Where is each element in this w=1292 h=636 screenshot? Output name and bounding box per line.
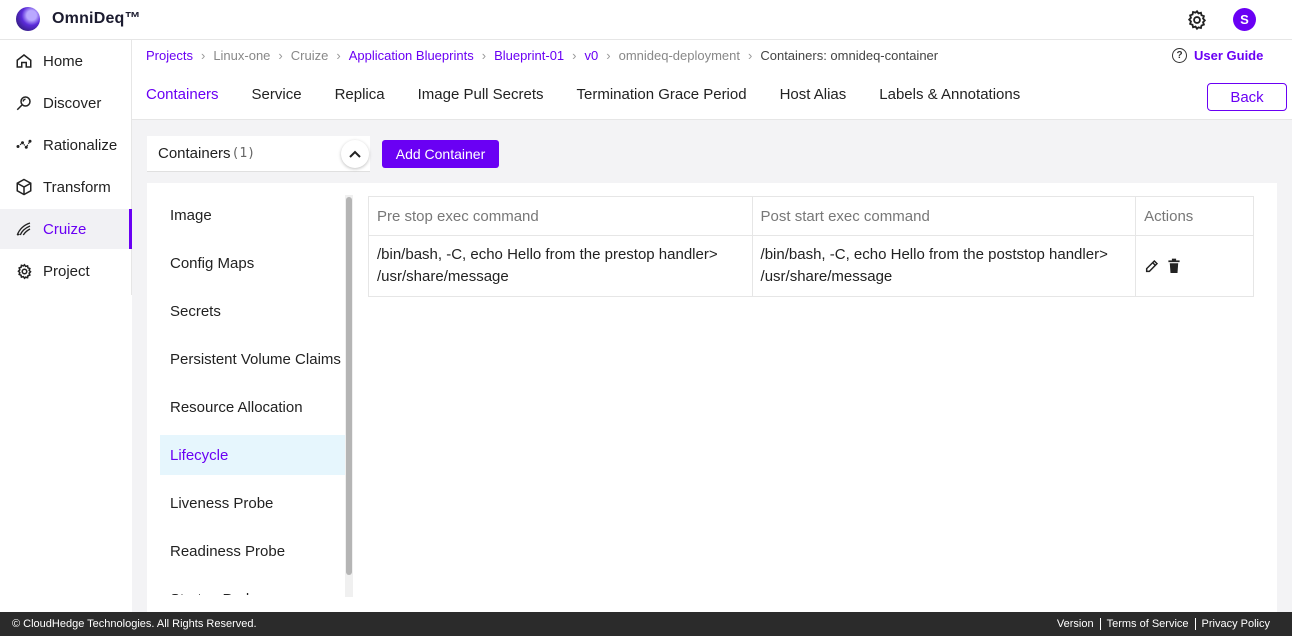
user-avatar[interactable]: S: [1233, 8, 1256, 31]
breadcrumb-linux-one: Linux-one: [213, 48, 271, 63]
scrollbar-thumb[interactable]: [346, 197, 352, 575]
sidebar-item-discover[interactable]: Discover: [0, 83, 132, 123]
chevron-right-icon: ›: [278, 48, 283, 63]
containers-label: Containers: [158, 145, 231, 162]
menu-item-liveness-probe[interactable]: Liveness Probe: [160, 483, 346, 523]
cruize-icon: [14, 219, 34, 239]
column-header-actions: Actions: [1135, 196, 1254, 236]
column-header-post-start: Post start exec command: [751, 196, 1137, 236]
sidebar-item-label: Project: [43, 262, 90, 280]
tab-replica[interactable]: Replica: [335, 86, 385, 103]
footer-links: Version Terms of Service Privacy Policy: [1051, 612, 1276, 636]
post-start-cell: /bin/bash, -C, echo Hello from the posts…: [751, 235, 1137, 297]
top-bar: OmniDeq™ S: [0, 0, 1292, 40]
chevron-right-icon: ›: [481, 48, 487, 63]
pre-stop-command-line: /bin/bash, -C, echo Hello from the prest…: [377, 246, 718, 263]
breadcrumb-application-blueprints[interactable]: Application Blueprints: [349, 48, 474, 63]
chevron-right-icon: ›: [572, 48, 577, 63]
logo-icon: [16, 7, 40, 31]
tab-image-pull-secrets[interactable]: Image Pull Secrets: [418, 86, 544, 103]
menu-item-startup-probe[interactable]: Startup Probe: [160, 579, 346, 596]
menu-item-secrets[interactable]: Secrets: [160, 291, 346, 331]
brand-logo[interactable]: OmniDeq™: [16, 7, 141, 31]
container-details-panel: Image Config Maps Secrets Persistent Vol…: [147, 183, 1277, 612]
post-start-command-line: /bin/bash, -C, echo Hello from the posts…: [760, 246, 1108, 263]
menu-item-pvc[interactable]: Persistent Volume Claims: [160, 339, 346, 379]
breadcrumb-version[interactable]: v0: [585, 48, 599, 63]
main-content: Projects › Linux-one › Cruize › Applicat…: [132, 40, 1292, 612]
column-header-pre-stop: Pre stop exec command: [368, 196, 753, 236]
sidebar-item-label: Home: [43, 52, 84, 70]
chevron-right-icon: ›: [606, 48, 611, 63]
breadcrumb: Projects › Linux-one › Cruize › Applicat…: [146, 48, 938, 63]
add-container-button[interactable]: Add Container: [382, 140, 499, 168]
tab-bar: Containers Service Replica Image Pull Se…: [146, 86, 1053, 103]
chevron-up-icon: [349, 150, 361, 158]
sidebar-item-label: Cruize: [43, 220, 87, 238]
page-header: Projects › Linux-one › Cruize › Applicat…: [132, 40, 1292, 120]
tab-labels-annotations[interactable]: Labels & Annotations: [879, 86, 1020, 103]
user-guide-link[interactable]: ? User Guide: [1172, 48, 1263, 63]
breadcrumb-blueprint[interactable]: Blueprint-01: [494, 48, 564, 63]
actions-cell: [1135, 235, 1254, 297]
pre-stop-cell: /bin/bash, -C, echo Hello from the prest…: [368, 235, 753, 297]
home-icon: [14, 51, 34, 71]
sidebar-item-transform[interactable]: Transform: [0, 167, 132, 207]
help-icon: ?: [1172, 48, 1187, 63]
breadcrumb-cruize: Cruize: [290, 48, 329, 63]
collapse-button[interactable]: [341, 140, 369, 168]
chevron-right-icon: ›: [748, 48, 753, 63]
sidebar-item-rationalize[interactable]: Rationalize: [0, 125, 132, 165]
footer-link-privacy[interactable]: Privacy Policy: [1194, 618, 1276, 630]
menu-item-resource-allocation[interactable]: Resource Allocation: [160, 387, 346, 427]
post-start-command-line: /usr/share/message: [760, 268, 893, 285]
sidebar: Home Discover Rationalize Transform Crui…: [0, 40, 132, 612]
footer-link-version[interactable]: Version: [1051, 618, 1100, 630]
settings-gear-icon[interactable]: [1186, 9, 1208, 31]
pre-stop-command-line: /usr/share/message: [377, 268, 509, 285]
delete-trash-icon[interactable]: [1167, 258, 1181, 274]
chevron-right-icon: ›: [200, 48, 206, 63]
lifecycle-table: Pre stop exec command Post start exec co…: [368, 196, 1254, 297]
menu-item-lifecycle[interactable]: Lifecycle: [160, 435, 346, 475]
copyright-text: © CloudHedge Technologies. All Rights Re…: [12, 618, 257, 630]
breadcrumb-projects[interactable]: Projects: [146, 48, 193, 63]
tab-termination-grace-period[interactable]: Termination Grace Period: [577, 86, 747, 103]
tab-host-alias[interactable]: Host Alias: [780, 86, 847, 103]
chevron-right-icon: ›: [336, 48, 341, 63]
rationalize-icon: [14, 135, 34, 155]
containers-count: (1): [231, 146, 256, 161]
sidebar-item-label: Rationalize: [43, 136, 118, 154]
user-guide-label: User Guide: [1194, 48, 1264, 63]
menu-item-readiness-probe[interactable]: Readiness Probe: [160, 531, 346, 571]
sidebar-item-label: Discover: [43, 94, 102, 112]
cube-icon: [14, 177, 34, 197]
sidebar-nav: Home Discover Rationalize Transform Crui…: [0, 40, 132, 295]
tab-service[interactable]: Service: [252, 86, 302, 103]
back-button[interactable]: Back: [1207, 83, 1287, 111]
footer: © CloudHedge Technologies. All Rights Re…: [0, 612, 1292, 636]
containers-selector[interactable]: Containers (1): [147, 136, 370, 172]
sidebar-item-project[interactable]: Project: [0, 251, 132, 291]
sidebar-item-home[interactable]: Home: [0, 41, 132, 81]
table-row: /bin/bash, -C, echo Hello from the prest…: [368, 235, 1254, 297]
sidebar-item-label: Transform: [43, 178, 111, 196]
discover-icon: [14, 93, 34, 113]
config-menu: Image Config Maps Secrets Persistent Vol…: [160, 195, 346, 595]
brand-name: OmniDeq™: [52, 10, 141, 27]
edit-pencil-icon[interactable]: [1144, 258, 1160, 274]
breadcrumb-current: Containers: omnideq-container: [760, 48, 939, 63]
sidebar-item-cruize[interactable]: Cruize: [0, 209, 132, 249]
table-header-row: Pre stop exec command Post start exec co…: [368, 196, 1254, 236]
menu-item-image[interactable]: Image: [160, 195, 346, 235]
breadcrumb-deployment: omnideq-deployment: [618, 48, 740, 63]
gear-icon: [14, 261, 34, 281]
menu-scrollbar[interactable]: [345, 195, 353, 597]
footer-link-terms[interactable]: Terms of Service: [1099, 618, 1195, 630]
menu-item-config-maps[interactable]: Config Maps: [160, 243, 346, 283]
tab-containers[interactable]: Containers: [146, 86, 219, 103]
